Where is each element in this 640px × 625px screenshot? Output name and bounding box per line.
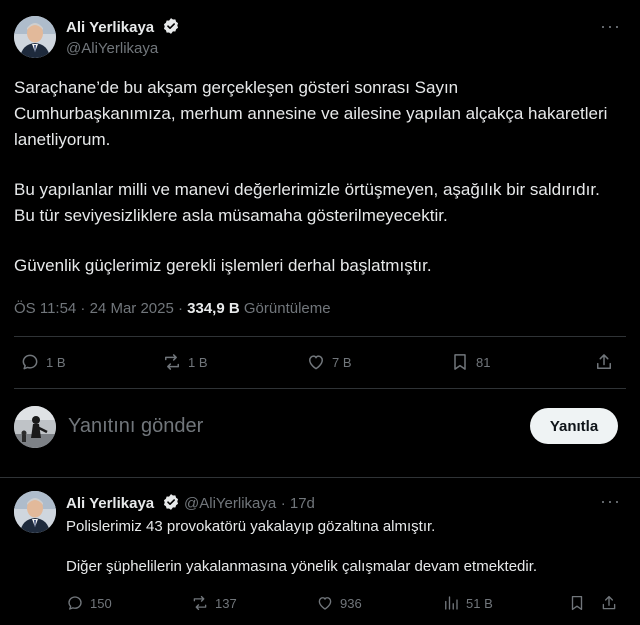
reply-author-name[interactable]: Ali Yerlikaya: [66, 495, 154, 512]
retweet-icon: [193, 595, 207, 611]
author-handle[interactable]: @AliYerlikaya: [66, 40, 180, 57]
like-icon: [318, 597, 332, 610]
reply-count: 1 B: [46, 354, 66, 370]
reply-share-button[interactable]: [600, 594, 618, 612]
verified-badge-icon: [162, 493, 180, 511]
reply-paragraph: Polislerimiz 43 provokatörü yakalayıp gö…: [66, 518, 436, 535]
share-icon: [602, 595, 616, 610]
like-count: 7 B: [332, 354, 352, 370]
divider: [14, 336, 626, 337]
reply-retweet-button[interactable]: 137: [191, 594, 237, 612]
user-avatar[interactable]: [14, 406, 56, 448]
like-icon: [309, 355, 323, 370]
bookmark-button[interactable]: 81: [450, 352, 490, 372]
like-button[interactable]: 7 B: [306, 352, 352, 372]
bookmark-icon: [454, 354, 466, 370]
reply-like-button[interactable]: 936: [316, 594, 362, 612]
more-icon[interactable]: ···: [600, 491, 621, 512]
verified-badge-icon: [162, 17, 180, 35]
reply-paragraph: Diğer şüphelilerin yakalanmasına yönelik…: [66, 558, 538, 575]
reply-input[interactable]: Yanıtını gönder: [68, 415, 203, 438]
reply-icon: [68, 596, 82, 610]
author-header: Ali Yerlikaya @AliYerlikaya: [66, 17, 180, 57]
reply-author-header: Ali Yerlikaya @AliYerlikaya · 17d: [66, 493, 315, 513]
retweet-icon: [165, 354, 179, 370]
bookmark-count: 81: [476, 354, 491, 370]
reply-time[interactable]: · 17d: [281, 495, 315, 512]
tweet-paragraph: Saraçhane’de bu akşam gerçekleşen göster…: [14, 78, 608, 149]
reply-button[interactable]: 1 B: [20, 352, 66, 372]
divider: [14, 388, 626, 389]
bookmark-icon: [571, 595, 583, 611]
reply-retweet-count: 137: [215, 595, 237, 611]
reply-author-avatar[interactable]: [14, 491, 56, 533]
reply-views-count: 51 B: [466, 595, 493, 611]
reply-author-handle[interactable]: @AliYerlikaya: [184, 495, 276, 512]
reply-views-button[interactable]: 51 B: [442, 594, 493, 612]
views-count: 334,9 B: [187, 300, 240, 317]
reply-icon: [22, 354, 38, 370]
reply-body: Polislerimiz 43 provokatörü yakalayıp gö…: [66, 517, 626, 577]
views-label: Görüntüleme: [243, 300, 331, 317]
tweet-meta: ÖS 11:54 · 24 Mar 2025 · 334,9 B Görüntü…: [14, 300, 331, 317]
reply-bookmark-button[interactable]: [568, 594, 586, 612]
tweet-timestamp[interactable]: ÖS 11:54 · 24 Mar 2025 ·: [14, 300, 183, 317]
more-icon[interactable]: ···: [600, 16, 621, 37]
tweet-paragraph: Güvenlik güçlerimiz gerekli işlemleri de…: [14, 256, 432, 275]
reply-submit-button[interactable]: Yanıtla: [530, 408, 618, 444]
share-icon: [597, 354, 611, 369]
views-icon: [445, 596, 458, 610]
retweet-count: 1 B: [188, 354, 208, 370]
tweet-paragraph: Bu yapılanlar milli ve manevi değerlerim…: [14, 180, 600, 225]
reply-reply-count: 150: [90, 595, 112, 611]
reply-reply-button[interactable]: 150: [66, 594, 112, 612]
share-button[interactable]: [594, 352, 614, 372]
reply-like-count: 936: [340, 595, 362, 611]
divider: [0, 477, 640, 478]
retweet-button[interactable]: 1 B: [162, 352, 208, 372]
tweet-body: Saraçhane’de bu akşam gerçekleşen göster…: [14, 75, 614, 279]
author-name[interactable]: Ali Yerlikaya: [66, 19, 154, 36]
author-avatar[interactable]: [14, 16, 56, 58]
